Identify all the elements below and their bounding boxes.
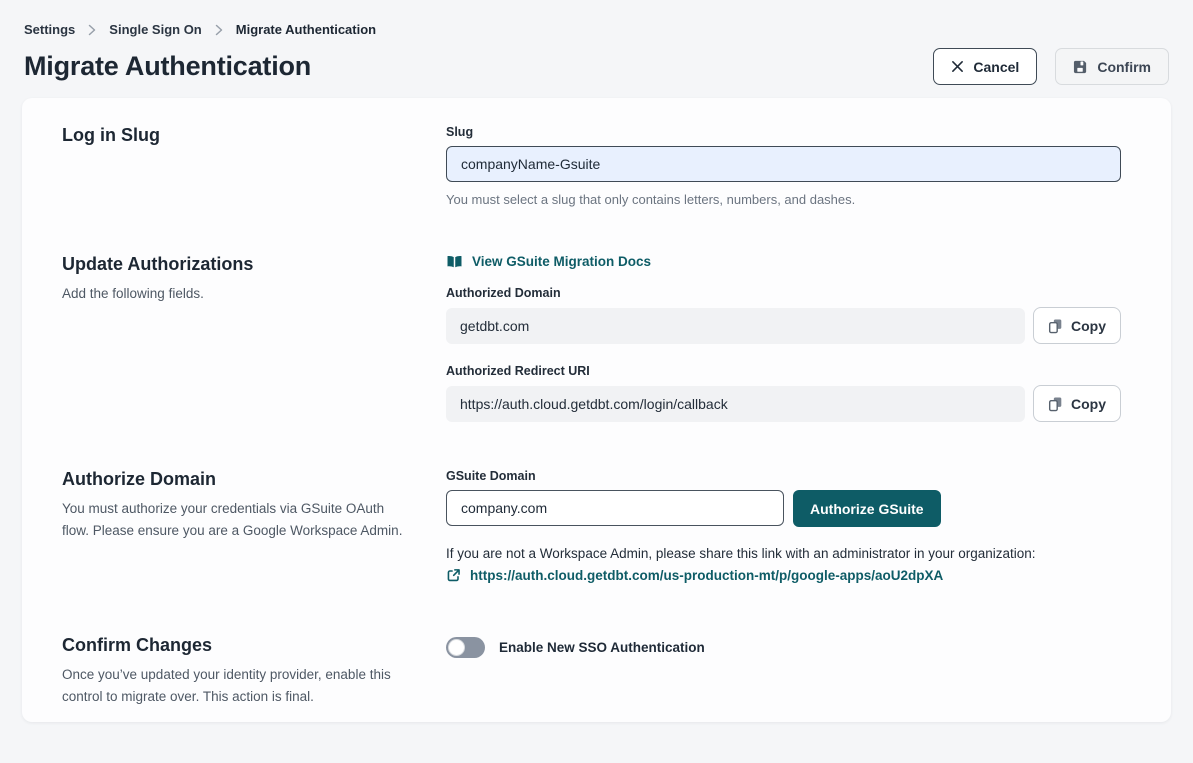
cancel-button-label: Cancel [973,59,1019,75]
page-header: Settings Single Sign On Migrate Authenti… [0,0,1193,85]
slug-label: Slug [446,125,1121,139]
breadcrumb-settings[interactable]: Settings [24,22,75,37]
authorize-gsuite-button[interactable]: Authorize GSuite [793,490,941,527]
copy-icon [1048,318,1063,334]
confirm-button[interactable]: Confirm [1055,48,1169,85]
section-description-confirm-changes: Once you’ve updated your identity provid… [62,664,412,707]
section-description-authorize-domain: You must authorize your credentials via … [62,498,412,541]
redirect-uri-label: Authorized Redirect URI [446,364,1121,378]
section-login-slug: Log in Slug Slug You must select a slug … [62,125,1121,207]
migrate-authentication-card: Log in Slug Slug You must select a slug … [22,98,1171,722]
confirm-button-label: Confirm [1097,59,1151,75]
copy-icon [1048,396,1063,412]
slug-helper-text: You must select a slug that only contain… [446,192,1121,207]
section-confirm-changes: Confirm Changes Once you’ve updated your… [62,635,1121,707]
workspace-admin-note: If you are not a Workspace Admin, please… [446,546,1121,561]
breadcrumb: Settings Single Sign On Migrate Authenti… [24,22,1169,37]
authorized-domain-label: Authorized Domain [446,286,1121,300]
section-subtitle-update-authorizations: Add the following fields. [62,283,412,305]
admin-share-link[interactable]: https://auth.cloud.getdbt.com/us-product… [446,568,943,583]
copy-button-label: Copy [1071,318,1106,334]
section-title-authorize-domain: Authorize Domain [62,469,412,490]
toggle-knob [448,639,465,656]
chevron-right-icon [215,24,223,36]
enable-sso-toggle[interactable] [446,637,485,658]
gsuite-domain-label: GSuite Domain [446,469,1121,483]
cancel-button[interactable]: Cancel [933,48,1037,85]
section-title-update-authorizations: Update Authorizations [62,254,412,275]
redirect-uri-value: https://auth.cloud.getdbt.com/login/call… [446,386,1025,422]
close-icon [951,60,964,73]
admin-share-link-url: https://auth.cloud.getdbt.com/us-product… [470,568,943,583]
enable-sso-toggle-label: Enable New SSO Authentication [499,640,705,655]
slug-input[interactable] [446,146,1121,182]
authorized-domain-value: getdbt.com [446,308,1025,344]
breadcrumb-single-sign-on[interactable]: Single Sign On [109,22,201,37]
copy-button-label: Copy [1071,396,1106,412]
save-icon [1073,59,1088,74]
section-authorize-domain: Authorize Domain You must authorize your… [62,469,1121,588]
page-title: Migrate Authentication [24,51,311,82]
section-update-authorizations: Update Authorizations Add the following … [62,254,1121,422]
gsuite-migration-docs-link[interactable]: View GSuite Migration Docs [446,254,651,269]
book-open-icon [446,255,463,269]
header-actions: Cancel Confirm [933,48,1169,85]
chevron-right-icon [88,24,96,36]
gsuite-domain-input[interactable] [446,490,784,526]
external-link-icon [446,568,461,583]
breadcrumb-migrate-authentication: Migrate Authentication [236,22,376,37]
docs-link-label: View GSuite Migration Docs [472,254,651,269]
section-title-confirm-changes: Confirm Changes [62,635,412,656]
copy-authorized-domain-button[interactable]: Copy [1033,307,1121,344]
section-title-login-slug: Log in Slug [62,125,412,146]
copy-redirect-uri-button[interactable]: Copy [1033,385,1121,422]
